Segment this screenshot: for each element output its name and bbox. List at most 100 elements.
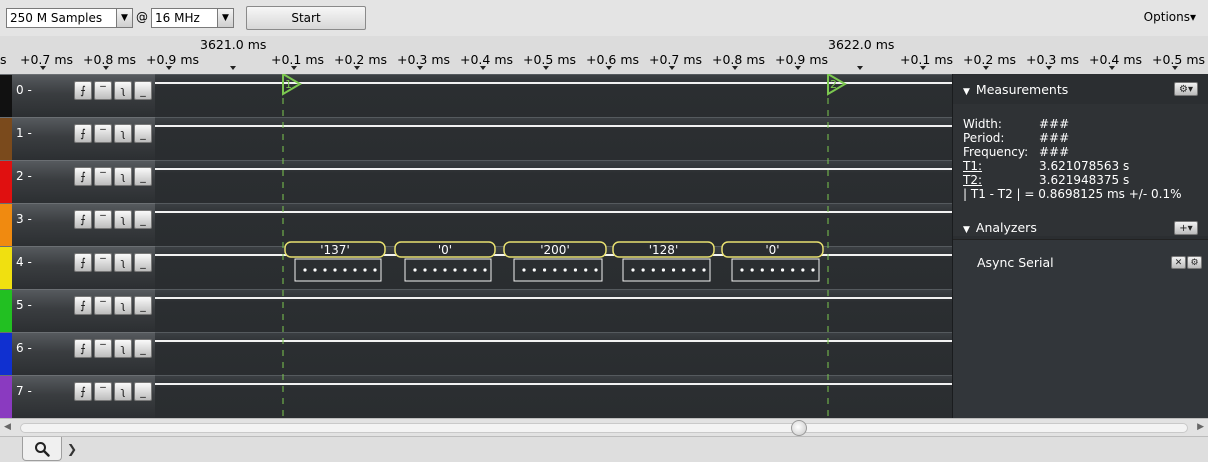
channel-row-4[interactable]: 4 - ⨍ ‾ ʅ _ <box>0 246 155 290</box>
bit-frame <box>731 258 820 282</box>
channel-row-5[interactable]: 5 - ⨍ ‾ ʅ _ <box>0 289 155 333</box>
falling-edge-trigger-button[interactable]: ʅ <box>114 124 132 143</box>
rising-edge-trigger-button[interactable]: ⨍ <box>74 167 92 186</box>
ruler-tick-mark <box>480 66 486 70</box>
rising-edge-trigger-button[interactable]: ⨍ <box>74 124 92 143</box>
channel-label: 0 - <box>16 83 32 97</box>
chevron-down-icon[interactable]: ▼ <box>217 9 233 27</box>
triangle-down-icon: ▼ <box>963 87 970 97</box>
remove-analyzer-button[interactable]: ✕ <box>1171 256 1186 269</box>
falling-edge-trigger-button[interactable]: ʅ <box>114 210 132 229</box>
rising-edge-trigger-button[interactable]: ⨍ <box>74 210 92 229</box>
falling-edge-trigger-button[interactable]: ʅ <box>114 81 132 100</box>
trigger-buttons: ⨍ ‾ ʅ _ <box>74 382 152 402</box>
bit-sample-marker <box>594 268 598 272</box>
bit-sample-marker <box>303 268 307 272</box>
chevron-down-icon[interactable]: ▼ <box>116 9 132 27</box>
options-menu[interactable]: Options▾ <box>1144 10 1196 24</box>
low-level-trigger-button[interactable]: _ <box>134 253 152 272</box>
analyzer-item-async-serial[interactable]: Async Serial <box>977 255 1054 270</box>
ruler-tick-label: +0.2 ms <box>963 52 1017 67</box>
low-level-trigger-button[interactable]: _ <box>134 81 152 100</box>
high-level-trigger-button[interactable]: ‾ <box>94 210 112 229</box>
ruler-tick-mark <box>417 66 423 70</box>
ruler-tick-label: +0.1 ms <box>271 52 325 67</box>
add-analyzer-button[interactable]: +▾ <box>1174 221 1198 235</box>
bit-sample-marker <box>343 268 347 272</box>
bit-sample-marker <box>333 268 337 272</box>
ruler-tick-label: s <box>0 52 7 67</box>
falling-edge-trigger-button[interactable]: ʅ <box>114 167 132 186</box>
t2-label[interactable]: T2: <box>963 173 982 187</box>
measurements-panel: Width: ### Period: ### Frequency: ### T1… <box>953 104 1208 236</box>
low-level-trigger-button[interactable]: _ <box>134 124 152 143</box>
scroll-thumb[interactable] <box>791 420 807 436</box>
low-level-trigger-button[interactable]: _ <box>134 210 152 229</box>
ruler-tick-mark <box>983 66 989 70</box>
waveform-area[interactable]: '137' '0' '200' '128' '0' 12 <box>155 74 952 418</box>
timeline-ruler[interactable]: 3621.0 ms 3622.0 ms s +0.7 ms +0.8 ms +0.9 … <box>0 36 1208 74</box>
sample-rate-select[interactable]: 16 MHz ▼ <box>151 8 234 28</box>
high-level-trigger-button[interactable]: ‾ <box>94 81 112 100</box>
measurements-title: Measurements <box>975 82 1069 97</box>
low-level-trigger-button[interactable]: _ <box>134 339 152 358</box>
ruler-tick-mark <box>606 66 612 70</box>
bit-sample-marker <box>641 268 645 272</box>
channel-color-swatch <box>0 290 12 333</box>
ruler-tick-label: +0.1 ms <box>900 52 954 67</box>
measurements-header[interactable]: ▼ Measurements <box>963 82 1068 97</box>
ruler-tick-mark <box>103 66 109 70</box>
bit-sample-marker <box>463 268 467 272</box>
high-level-trigger-button[interactable]: ‾ <box>94 296 112 315</box>
scroll-left-arrow-icon[interactable]: ◀ <box>4 422 11 432</box>
scroll-track[interactable] <box>20 423 1188 433</box>
channel-row-7[interactable]: 7 - ⨍ ‾ ʅ _ <box>0 375 155 419</box>
rising-edge-trigger-button[interactable]: ⨍ <box>74 382 92 401</box>
start-button[interactable]: Start <box>246 6 366 30</box>
high-level-trigger-button[interactable]: ‾ <box>94 382 112 401</box>
measurements-settings-button[interactable]: ⚙▾ <box>1174 82 1198 96</box>
trigger-buttons: ⨍ ‾ ʅ _ <box>74 124 152 144</box>
bit-sample-marker <box>692 268 696 272</box>
falling-edge-trigger-button[interactable]: ʅ <box>114 382 132 401</box>
sample-count-select[interactable]: 250 M Samples ▼ <box>6 8 133 28</box>
more-tabs-chevron-icon[interactable]: ❯ <box>62 439 82 459</box>
decoded-byte-value: '0' <box>765 243 779 257</box>
high-level-trigger-button[interactable]: ‾ <box>94 253 112 272</box>
rising-edge-trigger-button[interactable]: ⨍ <box>74 253 92 272</box>
high-level-trigger-button[interactable]: ‾ <box>94 167 112 186</box>
search-tab[interactable] <box>22 437 62 461</box>
analyzers-header[interactable]: ▼ Analyzers <box>963 220 1037 235</box>
rising-edge-trigger-button[interactable]: ⨍ <box>74 81 92 100</box>
falling-edge-trigger-button[interactable]: ʅ <box>114 339 132 358</box>
t1-label[interactable]: T1: <box>963 159 982 173</box>
rising-edge-trigger-button[interactable]: ⨍ <box>74 339 92 358</box>
horizontal-scrollbar[interactable]: ◀ ▶ <box>0 418 1208 436</box>
falling-edge-trigger-button[interactable]: ʅ <box>114 253 132 272</box>
low-level-trigger-button[interactable]: _ <box>134 382 152 401</box>
ruler-tick-label: +0.9 ms <box>775 52 829 67</box>
bit-sample-marker <box>443 268 447 272</box>
low-level-trigger-button[interactable]: _ <box>134 167 152 186</box>
ruler-tick-label: +0.4 ms <box>460 52 514 67</box>
ruler-tick-mark <box>732 66 738 70</box>
channel-row-6[interactable]: 6 - ⨍ ‾ ʅ _ <box>0 332 155 376</box>
gear-icon: ⚙ <box>1190 257 1199 268</box>
rising-edge-trigger-button[interactable]: ⨍ <box>74 296 92 315</box>
bit-sample-marker <box>682 268 686 272</box>
low-level-trigger-button[interactable]: _ <box>134 296 152 315</box>
channel-row-2[interactable]: 2 - ⨍ ‾ ʅ _ <box>0 160 155 204</box>
bit-sample-marker <box>760 268 764 272</box>
channel-row-1[interactable]: 1 - ⨍ ‾ ʅ _ <box>0 117 155 161</box>
channel-row-0[interactable]: 0 - ⨍ ‾ ʅ _ <box>0 74 155 118</box>
bit-sample-marker <box>532 268 536 272</box>
falling-edge-trigger-button[interactable]: ʅ <box>114 296 132 315</box>
bit-sample-marker <box>750 268 754 272</box>
high-level-trigger-button[interactable]: ‾ <box>94 339 112 358</box>
bit-sample-marker <box>584 268 588 272</box>
scroll-right-arrow-icon[interactable]: ▶ <box>1197 422 1204 432</box>
high-level-trigger-button[interactable]: ‾ <box>94 124 112 143</box>
ruler-tick-label: +0.5 ms <box>1152 52 1206 67</box>
analyzer-settings-button[interactable]: ⚙ <box>1187 256 1202 269</box>
channel-row-3[interactable]: 3 - ⨍ ‾ ʅ _ <box>0 203 155 247</box>
